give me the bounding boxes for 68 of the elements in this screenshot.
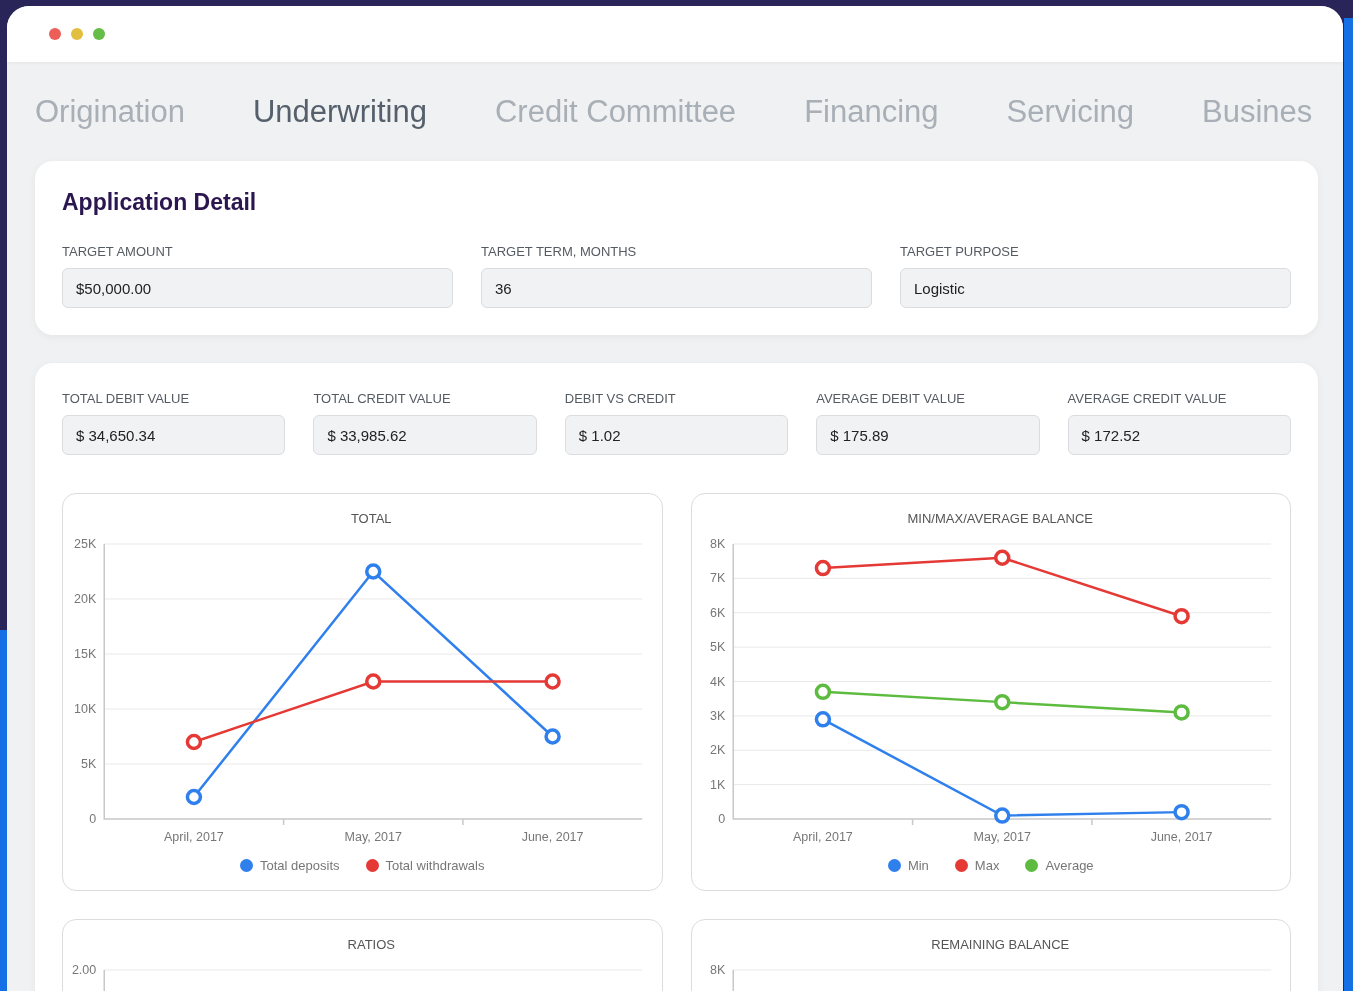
chart-title: RATIOS xyxy=(347,937,395,952)
data-point xyxy=(814,711,831,728)
axis-label: 0 xyxy=(89,812,97,826)
data-point xyxy=(1172,607,1190,625)
field-label: AVERAGE CREDIT VALUE xyxy=(1067,391,1228,406)
field-label: DEBIT VS CREDIT xyxy=(564,391,677,406)
axis-label: 7K xyxy=(709,571,725,586)
axis-label: 8K xyxy=(709,963,725,977)
axis-label: April, 2017 xyxy=(164,830,224,844)
axis-label: May, 2017 xyxy=(973,830,1031,844)
chart-title: TOTAL xyxy=(350,511,392,526)
data-point xyxy=(814,559,831,577)
axis-label: 8K xyxy=(709,537,725,551)
axis-label: 25K xyxy=(74,537,97,551)
axis-label: 1K xyxy=(709,777,725,792)
axis-label: May, 2017 xyxy=(344,830,402,844)
axis-label: 20K xyxy=(74,592,97,606)
input-field[interactable]: 36 xyxy=(481,268,872,308)
data-point xyxy=(993,549,1010,566)
axis-label: 6K xyxy=(709,605,725,620)
legend-label: Max xyxy=(974,858,1000,873)
input-field[interactable]: $ 175.89 xyxy=(816,415,1040,455)
data-point xyxy=(185,788,203,806)
axis-label: April, 2017 xyxy=(792,830,853,844)
axis-label: 5K xyxy=(709,640,725,655)
data-point xyxy=(1172,803,1190,821)
axis-label: 15K xyxy=(74,647,97,661)
legend-label: Total withdrawals xyxy=(385,858,485,873)
data-point xyxy=(544,673,561,690)
axis-label: 5K xyxy=(80,757,97,771)
axis-label: 0 xyxy=(717,812,725,826)
legend-label: Total deposits xyxy=(260,858,340,873)
input-field[interactable]: Logistic xyxy=(900,268,1291,308)
data-point xyxy=(814,683,831,701)
window-control[interactable] xyxy=(49,28,61,40)
axis-label: June, 2017 xyxy=(521,830,584,844)
data-point xyxy=(544,728,561,745)
legend-label: Average xyxy=(1045,858,1094,873)
axis-label: 10K xyxy=(74,702,97,716)
field-label: AVERAGE DEBIT VALUE xyxy=(816,391,966,406)
window-control[interactable] xyxy=(71,28,83,40)
field-label: TARGET PURPOSE xyxy=(900,244,1020,259)
field-label: TOTAL DEBIT VALUE xyxy=(62,391,191,406)
axis-label: 4K xyxy=(709,674,725,689)
axis-label: 2.00 xyxy=(71,963,97,977)
tab[interactable]: Underwriting xyxy=(252,93,427,130)
input-field[interactable]: $ 172.52 xyxy=(1067,415,1291,455)
field-label: TARGET AMOUNT xyxy=(62,244,174,259)
chart-title: REMAINING BALANCE xyxy=(930,937,1069,952)
data-point xyxy=(365,563,382,580)
legend-label: Min xyxy=(907,858,929,873)
axis-label: 3K xyxy=(709,708,725,723)
window-control[interactable] xyxy=(93,28,105,40)
input-field[interactable]: $50,000.00 xyxy=(62,268,453,308)
data-point xyxy=(1172,704,1190,721)
chart-title: MIN/MAX/AVERAGE BALANCE xyxy=(907,511,1093,526)
data-point xyxy=(185,733,203,751)
data-point xyxy=(365,673,382,690)
input-field[interactable]: $ 34,650.34 xyxy=(62,415,286,455)
input-field[interactable]: $ 1.02 xyxy=(564,415,789,455)
axis-label: 2K xyxy=(709,743,725,758)
input-field[interactable]: $ 33,985.62 xyxy=(313,415,537,455)
axis-label: June, 2017 xyxy=(1150,830,1212,844)
card-title: Application Detail xyxy=(62,189,258,216)
field-label: TARGET TERM, MONTHS xyxy=(481,244,638,259)
data-point xyxy=(993,693,1010,711)
data-point xyxy=(993,807,1010,824)
field-label: TOTAL CREDIT VALUE xyxy=(313,391,452,406)
